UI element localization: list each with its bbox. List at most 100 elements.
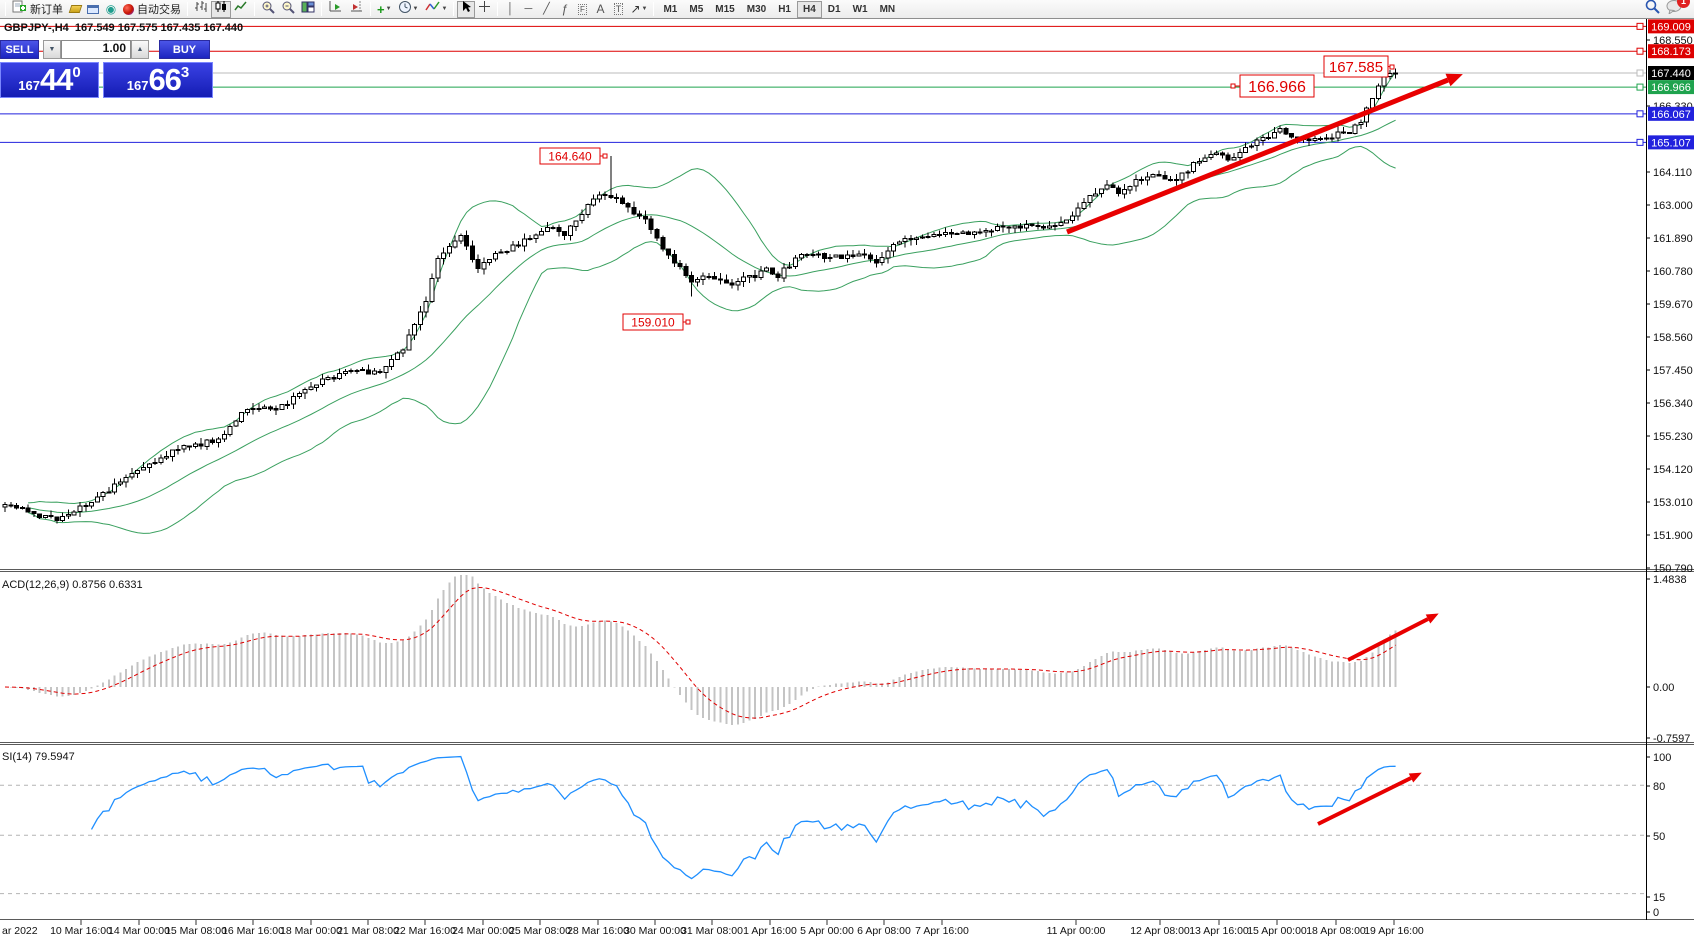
arrows-tool[interactable]: ↗ ▼ xyxy=(627,1,650,18)
candle-body xyxy=(586,205,590,215)
candle-body xyxy=(493,253,497,259)
candle-body xyxy=(1111,185,1115,187)
candle-body xyxy=(736,282,740,285)
callout-anchor xyxy=(1390,65,1394,69)
time-label: 18 Mar 00:00 xyxy=(280,925,342,937)
candle-body xyxy=(234,421,238,426)
sell-button[interactable]: SELL xyxy=(0,40,39,59)
vertical-line-icon: │ xyxy=(507,4,514,15)
market-watch-button[interactable] xyxy=(84,1,102,18)
line-chart-button[interactable] xyxy=(231,1,251,18)
candle-body xyxy=(349,371,353,372)
trend-arrow-line[interactable] xyxy=(1348,619,1428,660)
time-label: 31 Mar 08:00 xyxy=(681,925,743,937)
candle-body xyxy=(545,227,549,231)
candle-body xyxy=(892,245,896,251)
timeframe-m1[interactable]: M1 xyxy=(657,1,683,18)
trend-arrow-line[interactable] xyxy=(1067,80,1448,232)
zoom-out-button[interactable] xyxy=(278,1,298,18)
candle-body xyxy=(799,255,803,258)
styler-button[interactable] xyxy=(66,1,84,18)
candle-body xyxy=(1290,134,1294,137)
sell-price-tile[interactable]: 167 44 0 xyxy=(0,62,99,98)
candle-body xyxy=(742,277,746,282)
price-tick-label: 155.230 xyxy=(1653,431,1693,443)
candlestick-chart-icon xyxy=(214,0,228,18)
zigzag-colors-icon xyxy=(425,0,441,18)
candle-body xyxy=(1134,180,1138,187)
candle-body xyxy=(84,506,88,507)
toolbar-separator xyxy=(453,2,454,16)
rsi-indicator-label: SI(14) 79.5947 xyxy=(2,751,75,763)
toolbar-right-group: 1 xyxy=(1645,0,1684,19)
zoom-in-button[interactable] xyxy=(258,1,278,18)
callout-text: 164.640 xyxy=(548,149,592,163)
candle-body xyxy=(1209,154,1213,157)
timeframe-m5[interactable]: M5 xyxy=(683,1,709,18)
bar-chart-button[interactable] xyxy=(191,1,211,18)
signals-button[interactable]: ◉ xyxy=(102,1,120,18)
candle-body xyxy=(193,444,197,447)
text-tool[interactable]: A xyxy=(591,1,609,18)
fibonacci-icon: ƒ xyxy=(561,3,568,15)
time-label: 6 Apr 08:00 xyxy=(857,925,911,937)
candlestick-chart-button[interactable] xyxy=(211,1,231,18)
buy-price-tile[interactable]: 167 66 3 xyxy=(103,62,213,98)
candle-body xyxy=(72,512,76,515)
price-tick-label: 156.340 xyxy=(1653,398,1693,410)
search-icon[interactable] xyxy=(1645,0,1660,19)
buy-button[interactable]: BUY xyxy=(159,40,210,59)
autotrading-button[interactable]: 自动交易 xyxy=(120,1,184,18)
template-colors-button[interactable]: ▼ xyxy=(422,1,451,18)
timeframe-h4[interactable]: H4 xyxy=(797,1,822,18)
volume-decrease-button[interactable]: ▼ xyxy=(43,40,61,59)
horizontal-line-tool[interactable]: ─ xyxy=(519,1,537,18)
chart-surface[interactable]: 168.550166.330164.110163.000161.890160.7… xyxy=(0,0,1694,937)
time-label: 30 Mar 00:00 xyxy=(624,925,686,937)
candle-body xyxy=(620,198,624,203)
add-indicator-button[interactable]: + ▼ xyxy=(374,1,395,18)
volume-increase-button[interactable]: ▲ xyxy=(131,40,149,59)
candle-body xyxy=(880,258,884,263)
candle-body xyxy=(1180,173,1184,180)
new-order-button[interactable]: 新订单 xyxy=(9,1,66,18)
fibonacci-tool[interactable]: ƒ xyxy=(555,1,573,18)
add-indicator-icon: + xyxy=(377,3,385,16)
candle-body xyxy=(672,255,676,263)
channel-tool[interactable]: F xyxy=(573,1,591,18)
trendline-tool[interactable]: ╱ xyxy=(537,1,555,18)
horizontal-line-icon: ─ xyxy=(525,4,533,15)
candle-body xyxy=(563,232,567,236)
chart-shift-icon xyxy=(349,0,364,18)
timeframe-w1[interactable]: W1 xyxy=(847,1,874,18)
volume-input[interactable]: 1.00 xyxy=(61,40,131,59)
chart-shift-button[interactable] xyxy=(346,1,367,18)
candle-body xyxy=(1359,122,1363,124)
timeframe-d1[interactable]: D1 xyxy=(822,1,847,18)
timeframe-m30[interactable]: M30 xyxy=(741,1,772,18)
timeframe-mn[interactable]: MN xyxy=(874,1,902,18)
candle-body xyxy=(141,468,145,470)
callout-text: 159.010 xyxy=(631,315,675,329)
crosshair-tool-button[interactable] xyxy=(475,1,494,18)
candle-body xyxy=(874,259,878,263)
level-anchor-square xyxy=(1637,111,1643,117)
time-axis[interactable]: ar 202210 Mar 16:0014 Mar 00:0015 Mar 08… xyxy=(2,920,1424,937)
candlesticks[interactable] xyxy=(3,69,1398,524)
timeframe-m15[interactable]: M15 xyxy=(709,1,740,18)
price-tick-label: 163.000 xyxy=(1653,200,1693,212)
candle-body xyxy=(1053,225,1057,226)
periods-button[interactable]: ▼ xyxy=(395,1,422,18)
auto-scroll-button[interactable] xyxy=(325,1,346,18)
level-anchor-square xyxy=(1637,84,1643,90)
tile-windows-button[interactable] xyxy=(298,1,318,18)
vertical-line-tool[interactable]: │ xyxy=(501,1,519,18)
text-label-tool[interactable]: T xyxy=(609,1,627,18)
cursor-tool-button[interactable] xyxy=(457,1,475,18)
notifications-button[interactable]: 1 xyxy=(1666,0,1684,19)
timeframe-h1[interactable]: H1 xyxy=(772,1,797,18)
bollinger-bands xyxy=(28,72,1396,533)
chevron-down-icon: ▼ xyxy=(386,6,392,12)
candle-body xyxy=(413,324,417,335)
candle-body xyxy=(61,516,65,520)
